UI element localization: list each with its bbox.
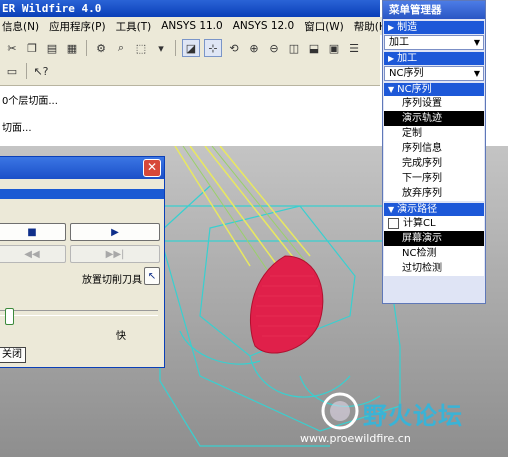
menu-ansys-11[interactable]: ANSYS 11.0 [161, 20, 223, 32]
menu-tools[interactable]: 工具(T) [116, 19, 152, 34]
layers-icon[interactable]: ☰ [346, 40, 362, 56]
copy-icon[interactable]: ❐ [24, 40, 40, 56]
saved-views-icon[interactable]: ▣ [326, 40, 342, 56]
play-path-header-label: 演示路径 [397, 204, 438, 215]
triangle-down-icon: ▼ [388, 85, 395, 94]
menu-item-seq-info[interactable]: 序列信息 [384, 141, 484, 156]
menu-manager: 菜单管理器 ▶ 制造 加工 ▼ ▶ 加工 NC序列 ▼ ▼ NC序列 序列设置 演示轨… [382, 0, 486, 304]
place-tool-cursor-icon[interactable]: ↖ [144, 267, 160, 285]
watermark-url: www.proewildfire.cn [300, 432, 411, 445]
find-icon[interactable]: ⌕ [113, 40, 129, 56]
watermark-logo [321, 392, 359, 430]
machining-dropdown-value: NC序列 [389, 68, 424, 79]
speed-slider-track[interactable] [0, 310, 158, 316]
menu-item-quit-seq[interactable]: 放弃序列 [384, 186, 484, 201]
menu-ansys-12[interactable]: ANSYS 12.0 [233, 20, 295, 32]
refit-icon[interactable]: ◫ [286, 40, 302, 56]
menu-manager-title: 菜单管理器 [383, 1, 485, 19]
machining-header-label: 加工 [397, 53, 418, 64]
toolbar-separator [175, 40, 176, 56]
dialog-progress-bar [0, 189, 164, 199]
manufacture-header[interactable]: ▶ 制造 [384, 21, 484, 34]
menu-bar: 信息(N) 应用程序(P) 工具(T) ANSYS 11.0 ANSYS 12.… [0, 17, 391, 35]
triangle-right-icon: ▶ [388, 54, 395, 63]
manufacture-dropdown-value: 加工 [389, 37, 409, 48]
reorient-icon[interactable]: ⬓ [306, 40, 322, 56]
menu-applications[interactable]: 应用程序(P) [49, 19, 106, 34]
place-tool-label: 放置切削刀具 [82, 275, 142, 286]
close-icon[interactable]: ✕ [143, 159, 161, 177]
message-line: 切面... [2, 123, 32, 134]
menu-item-nc-check[interactable]: NC检测 [384, 246, 484, 261]
menu-window[interactable]: 窗口(W) [304, 19, 344, 34]
menu-item-seq-setup[interactable]: 序列设置 [384, 96, 484, 111]
menu-item-done-seq[interactable]: 完成序列 [384, 156, 484, 171]
chevron-down-icon: ▼ [473, 69, 480, 78]
spin-center-icon[interactable]: ⊹ [204, 39, 222, 57]
toolbar-separator [26, 63, 27, 79]
regenerate-icon[interactable]: ⚙ [93, 40, 109, 56]
play-path-dialog: ✕ ■ ▶ ◀◀ ▶▶| 放置切削刀具 ↖ 快 关闭 [0, 156, 165, 368]
message-area: 0个层切面... 切面... [0, 86, 380, 146]
dialog-band [0, 179, 164, 189]
menu-item-next-seq[interactable]: 下一序列 [384, 171, 484, 186]
play-forward-button[interactable]: ▶ [70, 223, 160, 241]
manufacture-dropdown[interactable]: 加工 ▼ [384, 35, 484, 50]
watermark-text: 野火论坛 [363, 402, 463, 430]
dialog-titlebar: ✕ [0, 157, 164, 179]
speed-fast-label: 快 [116, 331, 126, 342]
zoom-in-icon[interactable]: ⊕ [246, 40, 262, 56]
chevron-down-icon: ▼ [473, 38, 480, 47]
cut-icon[interactable]: ✂ [4, 40, 20, 56]
context-help-icon[interactable]: ↖? [33, 63, 49, 79]
checkbox-icon[interactable] [388, 218, 399, 229]
nc-sequence-header-label: NC序列 [397, 84, 432, 95]
toolbar: ✂ ❐ ▤ ▦ ⚙ ⌕ ⬚ ▾ ◪ ⊹ ⟲ ⊕ ⊖ ◫ ⬓ ▣ ☰ ▭ ↖? [0, 35, 380, 86]
nc-sequence-header[interactable]: ▼ NC序列 [384, 83, 484, 96]
menu-item-play-path[interactable]: 演示轨迹 [384, 111, 484, 126]
menu-item-customize[interactable]: 定制 [384, 126, 484, 141]
stop-button[interactable]: ■ [0, 223, 66, 241]
machining-dropdown[interactable]: NC序列 ▼ [384, 66, 484, 81]
machining-header[interactable]: ▶ 加工 [384, 52, 484, 65]
window-title: ER Wildfire 4.0 [2, 2, 102, 15]
play-path-header[interactable]: ▼ 演示路径 [384, 203, 484, 216]
message-line: 0个层切面... [2, 96, 58, 107]
orient-mode-icon[interactable]: ⟲ [226, 40, 242, 56]
manufacture-header-label: 制造 [397, 22, 418, 33]
close-button[interactable]: 关闭 [0, 347, 26, 363]
compute-cl-label: 计算CL [403, 218, 436, 229]
menu-item-gouge-check[interactable]: 过切检测 [384, 261, 484, 276]
step-forward-button[interactable]: ▶▶| [70, 245, 160, 263]
toolbar-separator [86, 40, 87, 56]
menu-info[interactable]: 信息(N) [2, 19, 39, 34]
window-titlebar: ER Wildfire 4.0 [0, 0, 380, 17]
step-back-button[interactable]: ◀◀ [0, 245, 66, 263]
triangle-right-icon: ▶ [388, 23, 395, 32]
paste-special-icon[interactable]: ▦ [64, 40, 80, 56]
select-box-icon[interactable]: ⬚ [133, 40, 149, 56]
window-icon[interactable]: ▭ [4, 63, 20, 79]
speed-slider-thumb[interactable] [5, 308, 14, 325]
paste-icon[interactable]: ▤ [44, 40, 60, 56]
repaint-icon[interactable]: ◪ [182, 39, 200, 57]
menu-item-screen-play[interactable]: 屏幕演示 [384, 231, 484, 246]
triangle-down-icon: ▼ [388, 205, 395, 214]
compute-cl-checkbox[interactable]: 计算CL [384, 216, 484, 231]
dropdown-arrow-icon[interactable]: ▾ [153, 40, 169, 56]
zoom-out-icon[interactable]: ⊖ [266, 40, 282, 56]
